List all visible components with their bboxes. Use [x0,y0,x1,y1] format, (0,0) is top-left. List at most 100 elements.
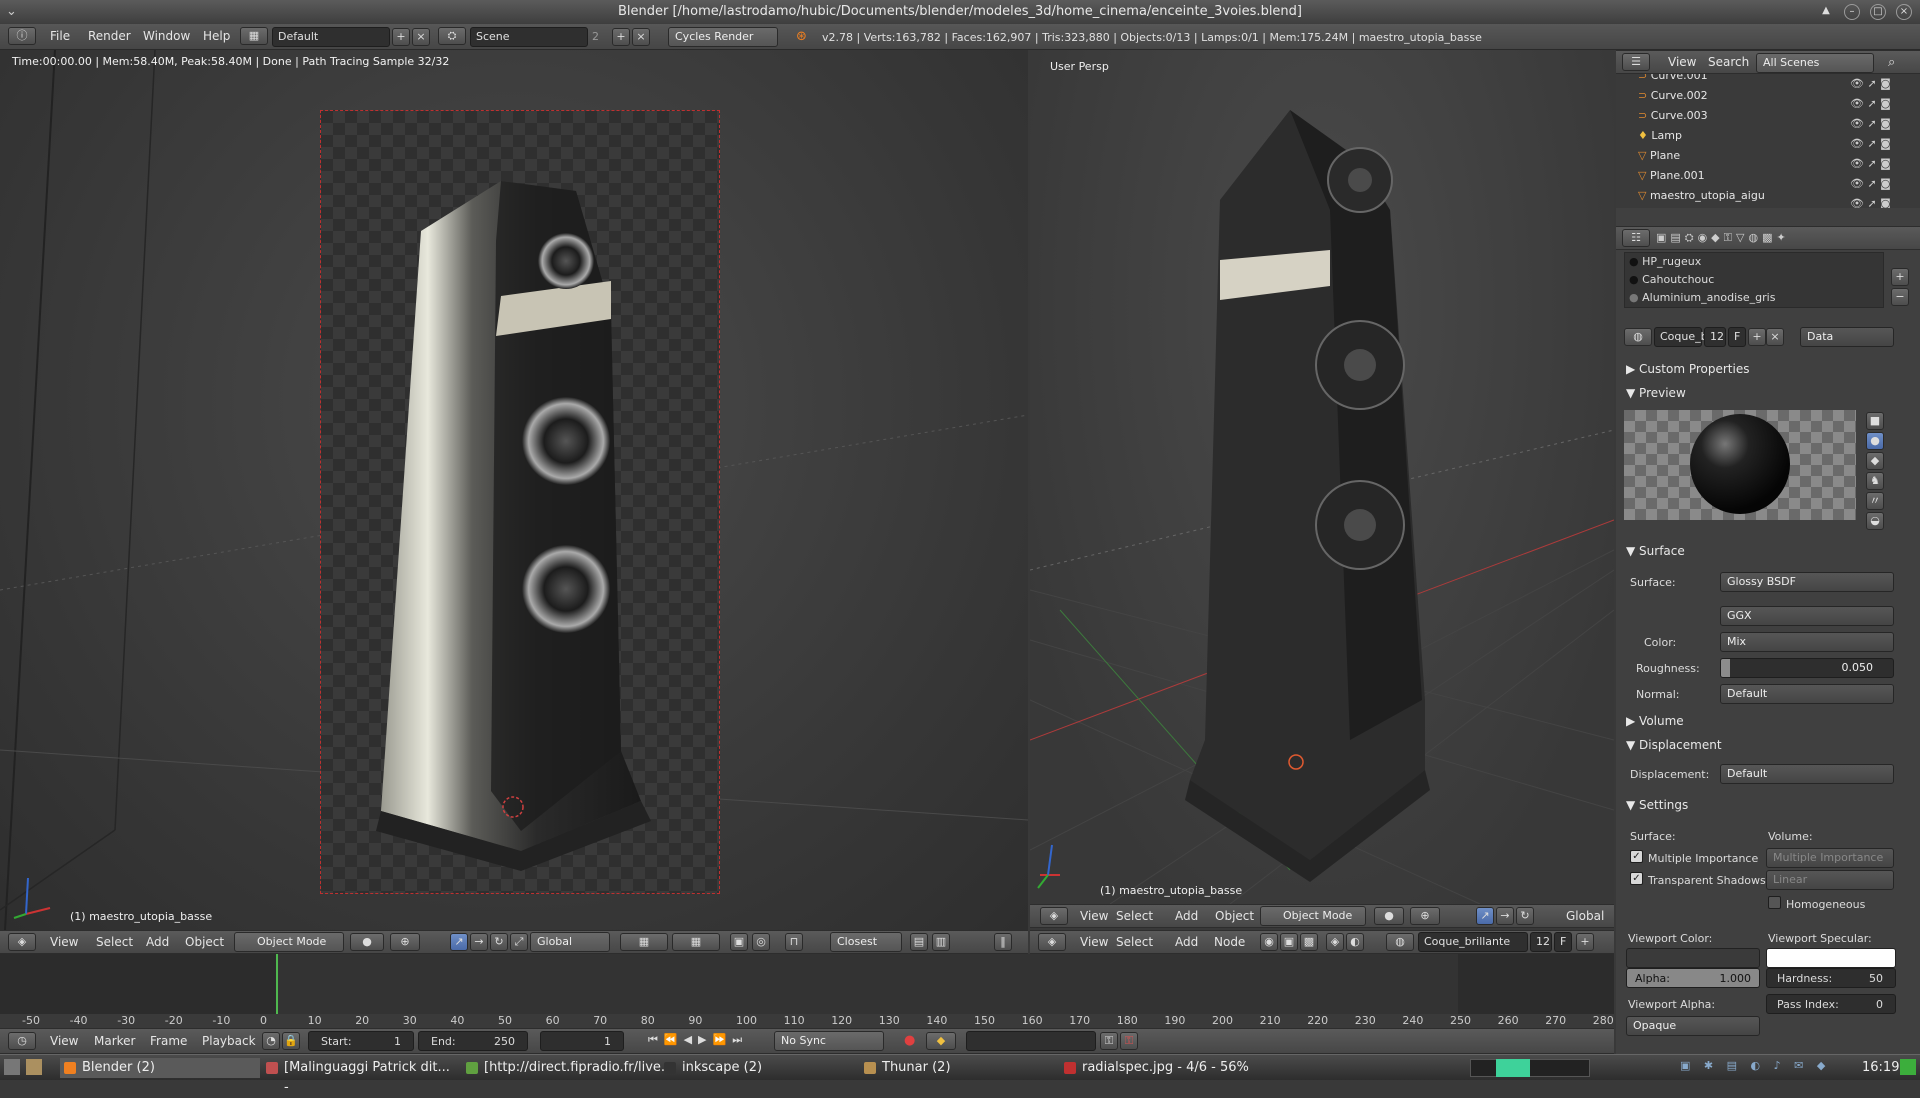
maximize-button[interactable]: □ [1870,4,1886,20]
start-frame-field[interactable]: Start: 1 [308,1031,414,1051]
translate-icon[interactable]: → [470,933,488,951]
pause-icon[interactable]: ‖ [994,933,1012,951]
slot-remove-icon[interactable]: − [1891,288,1909,306]
screen-layout-icon[interactable]: ▦ [240,27,268,45]
task-firefox[interactable]: [Malinguaggi Patrick dit... - [262,1058,458,1095]
displacement-dropdown[interactable]: Default [1720,764,1894,784]
menu-node[interactable]: Node [1214,935,1245,949]
node-material-field[interactable]: Coque_brillante [1418,932,1528,952]
menu-view-3[interactable]: View [1080,935,1108,949]
menu-object[interactable]: Object [185,935,224,949]
material-link-dropdown[interactable]: Data [1800,327,1894,347]
normal-dropdown[interactable]: Default [1720,684,1894,704]
screen-layout-field[interactable]: Default [272,27,390,47]
material-fake-user[interactable]: F [1728,327,1746,347]
proportional-icon[interactable]: ◎ [752,933,770,951]
preview-section[interactable]: ▼ Preview [1626,386,1686,400]
material-slot[interactable]: ● HP_rugeux [1629,253,1701,271]
menu-select[interactable]: Select [96,935,133,949]
volume-section[interactable]: ▶ Volume [1626,714,1684,728]
app-menu-icon[interactable] [4,1059,20,1075]
displacement-section[interactable]: ▼ Displacement [1626,738,1722,752]
active-workspace[interactable] [1496,1059,1530,1077]
manipulator-icon-2[interactable]: ↗ [1476,907,1494,925]
outliner-type-icon[interactable]: ☰ [1622,53,1650,71]
preview-hair-icon[interactable]: 〃 [1866,492,1884,510]
snap-target-dropdown[interactable]: Closest [830,932,902,952]
user-icon[interactable] [1900,1059,1916,1075]
orientation-dropdown[interactable]: Global [530,932,610,952]
task-image-viewer[interactable]: radialspec.jpg - 4/6 - 56% [1060,1058,1260,1078]
menu-view[interactable]: View [50,935,78,949]
menu-render[interactable]: Render [88,29,131,43]
volume-sampling-dropdown[interactable]: Multiple Importance [1766,848,1894,868]
rotate-icon-2[interactable]: ↻ [1516,907,1534,925]
node-fake-user[interactable]: F [1554,932,1572,952]
tray-icons[interactable]: ▣ ✱ ▤ ◐ ♪ ✉ ◆ [1680,1059,1830,1072]
remove-scene-icon[interactable]: × [632,28,650,46]
layers2-icon[interactable]: ▦ [672,933,720,951]
rotate-icon[interactable]: ↻ [490,933,508,951]
menu-object-2[interactable]: Object [1215,909,1254,923]
roughness-slider[interactable]: 0.050 [1720,658,1894,678]
scene-icon[interactable]: ⛭ [438,27,466,45]
orientation-label-2[interactable]: Global [1566,909,1604,923]
menu-select-3[interactable]: Select [1116,935,1153,949]
current-frame-field[interactable]: 1 [540,1031,624,1051]
menu-window[interactable]: Window [143,29,190,43]
outliner-view-menu[interactable]: View [1668,55,1696,69]
close-button[interactable]: × [1896,4,1912,20]
snap-icon[interactable]: ⊓ [785,933,803,951]
render-preview-icon[interactable]: ▣ [730,933,748,951]
pass-index-field[interactable]: Pass Index: 0 [1766,994,1896,1014]
preview-cube-icon[interactable]: ◆ [1866,452,1884,470]
custom-properties-section[interactable]: ▶ Custom Properties [1626,362,1749,376]
texture-nodes-icon[interactable]: ▩ [1300,933,1318,951]
viewport-color-swatch[interactable] [1626,948,1760,968]
multiple-importance-checkbox[interactable]: ✓ [1630,850,1643,863]
timeline-type-icon[interactable]: ◷ [8,1032,36,1050]
color-dropdown[interactable]: Mix [1720,632,1894,652]
sync-dropdown[interactable]: No Sync [774,1031,884,1051]
search-icon[interactable]: ⌕ [1888,55,1895,70]
solid-viewport[interactable]: User Persp (1) maestro_utopia_basse [1030,50,1614,904]
minimize-button[interactable]: – [1844,4,1860,20]
material-slot[interactable]: ● Cahoutchouc [1629,271,1714,289]
material-browse-icon-2[interactable]: ◍ [1624,328,1652,346]
volume-interpolation-dropdown[interactable]: Linear [1766,870,1894,890]
compositing-nodes-icon[interactable]: ▣ [1280,933,1298,951]
keying-set-field[interactable] [966,1031,1096,1051]
manipulator-icon[interactable]: ↗ [450,933,468,951]
preview-sky-icon[interactable]: ◒ [1866,512,1884,530]
preview-monkey-icon[interactable]: ♞ [1866,472,1884,490]
record-icon[interactable]: ● [904,1033,915,1048]
shading-icon-2[interactable]: ● [1374,907,1404,925]
preview-range-icon[interactable]: ◔ [262,1032,280,1050]
material-new-icon[interactable]: + [1748,328,1766,346]
pivot-icon[interactable]: ⊕ [390,933,420,951]
node-editor-type-icon[interactable]: ◈ [1038,933,1066,951]
end-frame-field[interactable]: End: 250 [418,1031,528,1051]
alpha-field[interactable]: Alpha: 1.000 [1626,968,1760,988]
world-nodes-icon[interactable]: ◐ [1346,933,1364,951]
material-name-field[interactable]: Coque_b [1654,327,1708,347]
outliner-filter-dropdown[interactable]: All Scenes [1756,53,1874,73]
remove-screen-icon[interactable]: × [412,28,430,46]
menu-add[interactable]: Add [146,935,169,949]
settings-section[interactable]: ▼ Settings [1626,798,1688,812]
preview-sphere-icon[interactable]: ● [1866,432,1884,450]
keying-set-icon[interactable]: ◆ [926,1032,956,1050]
properties-type-icon[interactable]: ☷ [1622,229,1650,247]
shader-nodes-icon[interactable]: ◉ [1260,933,1278,951]
lock-icon[interactable]: 🔒 [282,1032,300,1050]
playback-controls[interactable]: ⏮⏪◀▶⏩⏭ [648,1033,748,1047]
menu-add-3[interactable]: Add [1175,935,1198,949]
visibility-icons[interactable]: 👁 ➚ ◙ 👁 ➚ ◙ 👁 ➚ ◙ 👁 ➚ ◙ 👁 ➚ ◙ 👁 ➚ ◙ 👁 ➚ ◙ [1850,74,1910,208]
homogeneous-checkbox[interactable] [1768,896,1781,909]
timeline-frame-menu[interactable]: Frame [150,1034,187,1048]
mode-dropdown[interactable]: Object Mode [234,932,344,952]
hardness-field[interactable]: Hardness: 50 [1766,968,1896,988]
render-engine-dropdown[interactable]: Cycles Render [668,27,778,47]
object-nodes-icon[interactable]: ◈ [1326,933,1344,951]
menu-help[interactable]: Help [203,29,230,43]
